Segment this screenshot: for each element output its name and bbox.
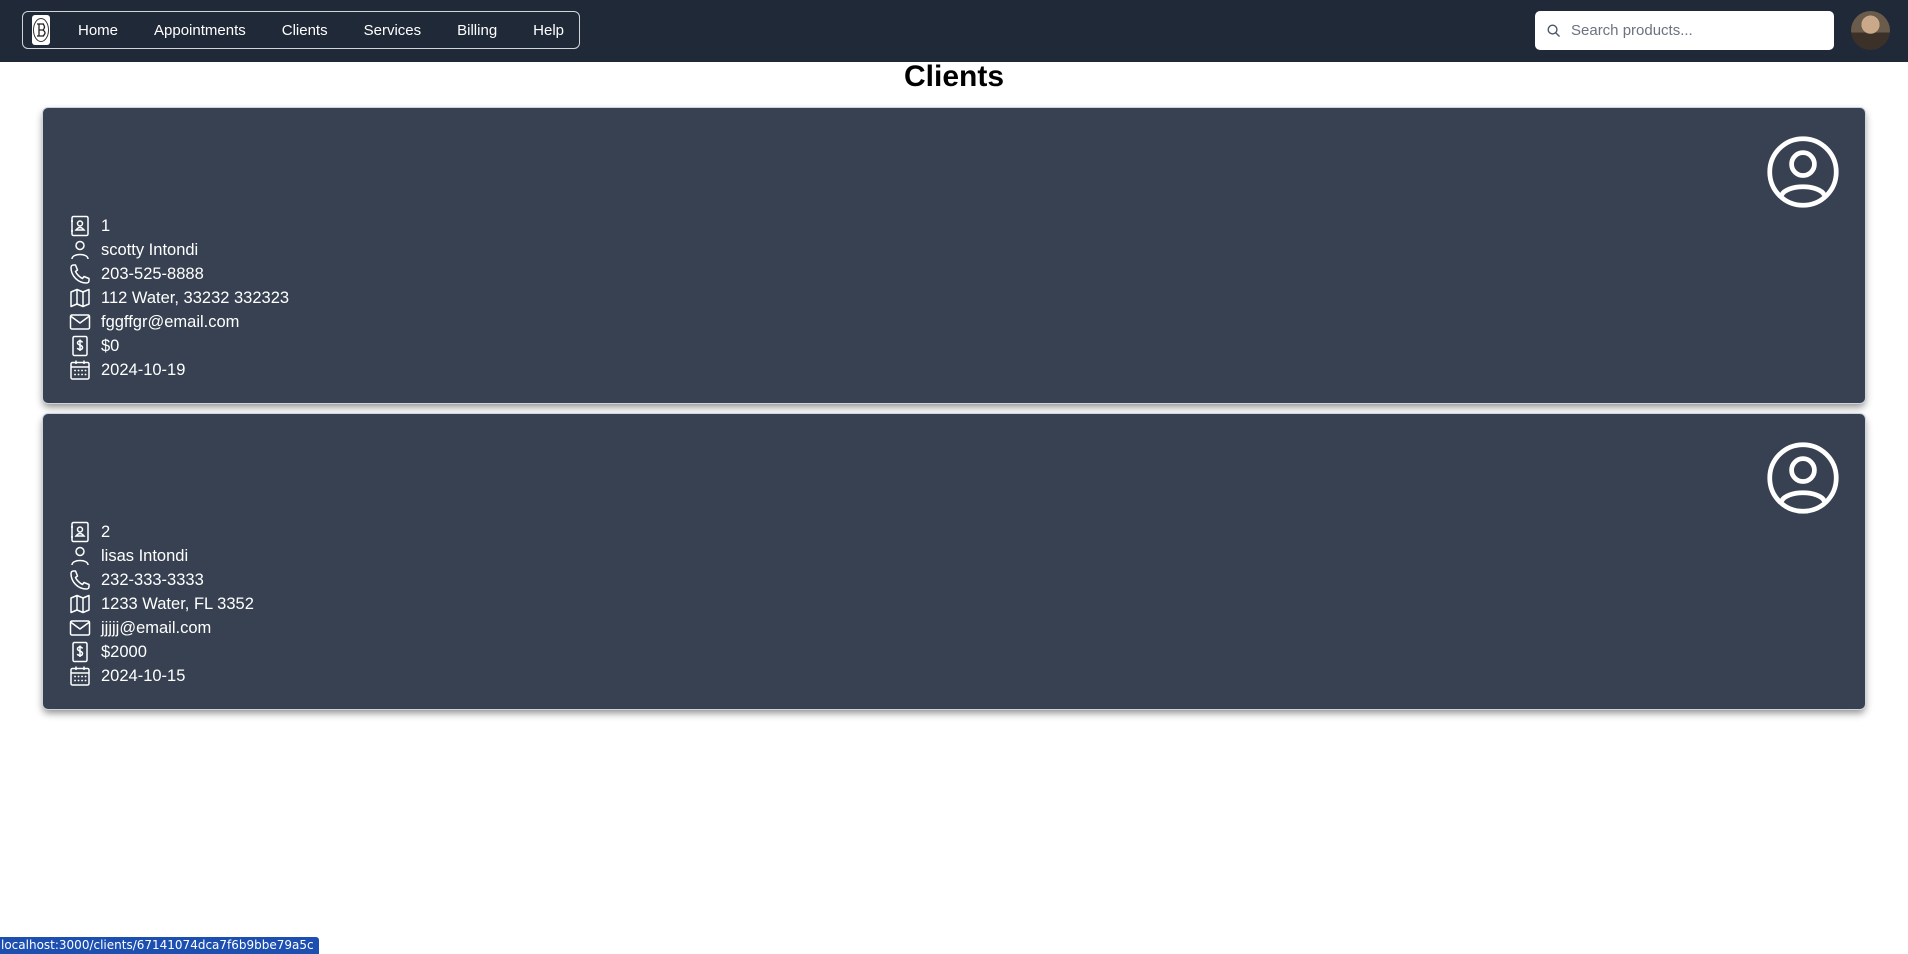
- client-name-row: scotty Intondi: [68, 238, 289, 262]
- client-email-row: jjjjj@email.com: [68, 616, 254, 640]
- client-name-row: lisas Intondi: [68, 544, 254, 568]
- client-date: 2024-10-15: [101, 666, 186, 685]
- user-icon: [71, 240, 89, 260]
- client-id: 1: [101, 216, 111, 235]
- client-address-row: 1233 Water, FL 3352: [68, 592, 254, 616]
- client-phone: 232-333-3333: [101, 570, 204, 589]
- client-balance: $2000: [101, 642, 147, 661]
- phone-icon: [70, 570, 90, 590]
- search-box: [1535, 11, 1834, 50]
- calendar-icon: [70, 360, 90, 380]
- client-name: lisas Intondi: [101, 546, 189, 565]
- top-navbar: Home Appointments Clients Services Billi…: [0, 0, 1908, 62]
- client-phone-row: 203-525-8888: [68, 262, 289, 286]
- client-name: scotty Intondi: [101, 240, 199, 259]
- search-input[interactable]: [1569, 21, 1813, 40]
- contact-book-icon: [71, 215, 89, 237]
- client-card[interactable]: 1 scotty Intondi 203-525-8888 112 Water,…: [43, 108, 1865, 403]
- user-icon: [71, 546, 89, 566]
- nav-appointments-link[interactable]: Appointments: [154, 22, 246, 39]
- nav-clients-link[interactable]: Clients: [282, 22, 328, 39]
- client-date: 2024-10-19: [101, 360, 186, 379]
- client-phone: 203-525-8888: [101, 264, 204, 283]
- client-details: 2 lisas Intondi 232-333-3333 1233 Water,…: [68, 520, 254, 688]
- phone-icon: [70, 264, 90, 284]
- client-address: 1233 Water, FL 3352: [101, 594, 254, 613]
- client-balance-row: $2000: [68, 640, 254, 664]
- dollar-document-icon: [72, 641, 88, 663]
- client-details: 1 scotty Intondi 203-525-8888 112 Water,…: [68, 214, 289, 382]
- client-id-row: 1: [68, 214, 289, 238]
- nav-billing-link[interactable]: Billing: [457, 22, 497, 39]
- search-icon: [1547, 24, 1560, 37]
- user-circle-icon: [1767, 442, 1839, 514]
- client-email-row: fggffgr@email.com: [68, 310, 289, 334]
- client-email: jjjjj@email.com: [101, 618, 212, 637]
- user-avatar[interactable]: [1851, 11, 1890, 50]
- page-title: Clients: [903, 60, 1005, 93]
- nav-home-link[interactable]: Home: [78, 22, 118, 39]
- client-balance: $0: [101, 336, 120, 355]
- envelope-icon: [69, 620, 91, 636]
- calendar-icon: [70, 666, 90, 686]
- main-nav: Home Appointments Clients Services Billi…: [22, 11, 580, 49]
- client-date-row: 2024-10-15: [68, 664, 254, 688]
- client-card[interactable]: 2 lisas Intondi 232-333-3333 1233 Water,…: [43, 414, 1865, 709]
- brand-logo-icon[interactable]: [32, 15, 50, 45]
- contact-book-icon: [71, 521, 89, 543]
- map-icon: [70, 288, 90, 308]
- user-circle-icon: [1767, 136, 1839, 208]
- client-balance-row: $0: [68, 334, 289, 358]
- client-date-row: 2024-10-19: [68, 358, 289, 382]
- client-id: 2: [101, 522, 111, 541]
- client-email: fggffgr@email.com: [101, 312, 240, 331]
- client-address: 112 Water, 33232 332323: [101, 288, 290, 307]
- link-status-bar: localhost:3000/clients/67141074dca7f6b9b…: [0, 937, 319, 954]
- map-icon: [70, 594, 90, 614]
- nav-help-link[interactable]: Help: [533, 22, 564, 39]
- client-address-row: 112 Water, 33232 332323: [68, 286, 289, 310]
- client-phone-row: 232-333-3333: [68, 568, 254, 592]
- envelope-icon: [69, 314, 91, 330]
- nav-services-link[interactable]: Services: [364, 22, 422, 39]
- client-id-row: 2: [68, 520, 254, 544]
- dollar-document-icon: [72, 335, 88, 357]
